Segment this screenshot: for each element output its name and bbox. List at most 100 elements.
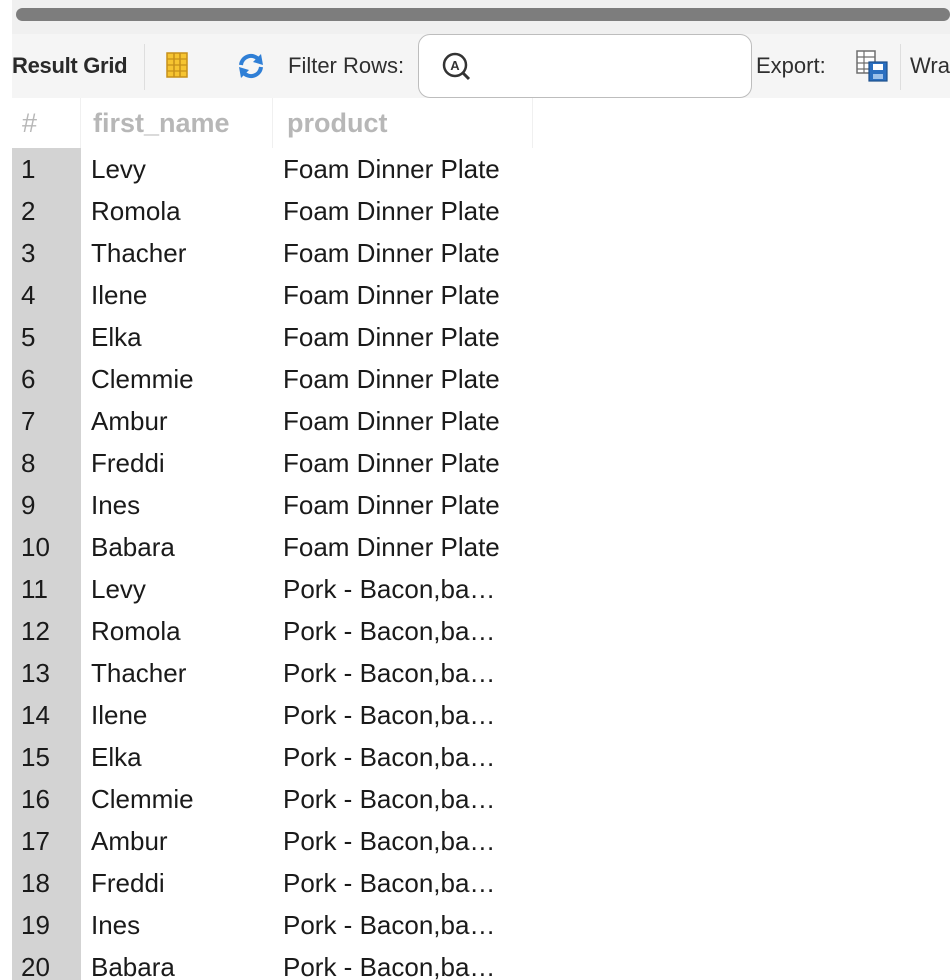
table-row[interactable]: 5 Elka Foam Dinner Plate bbox=[12, 316, 950, 358]
export-icon[interactable] bbox=[854, 48, 890, 84]
row-number-cell[interactable]: 7 bbox=[12, 400, 81, 442]
row-number-cell[interactable]: 14 bbox=[12, 694, 81, 736]
table-row[interactable]: 18 Freddi Pork - Bacon,ba… bbox=[12, 862, 950, 904]
product-cell[interactable]: Foam Dinner Plate bbox=[273, 484, 533, 526]
product-cell[interactable]: Foam Dinner Plate bbox=[273, 148, 533, 190]
product-cell[interactable]: Foam Dinner Plate bbox=[273, 316, 533, 358]
first-name-cell[interactable]: Ines bbox=[81, 904, 273, 946]
row-number-cell[interactable]: 17 bbox=[12, 820, 81, 862]
table-row[interactable]: 16 Clemmie Pork - Bacon,ba… bbox=[12, 778, 950, 820]
table-row[interactable]: 11 Levy Pork - Bacon,ba… bbox=[12, 568, 950, 610]
row-number-cell[interactable]: 1 bbox=[12, 148, 81, 190]
filter-rows-label: Filter Rows: bbox=[288, 53, 405, 78]
first-name-cell[interactable]: Romola bbox=[81, 610, 273, 652]
toolbar-divider bbox=[144, 44, 145, 90]
row-number-cell[interactable]: 15 bbox=[12, 736, 81, 778]
first-name-cell[interactable]: Freddi bbox=[81, 862, 273, 904]
product-cell[interactable]: Pork - Bacon,ba… bbox=[273, 820, 533, 862]
row-number-cell[interactable]: 4 bbox=[12, 274, 81, 316]
first-name-cell[interactable]: Thacher bbox=[81, 232, 273, 274]
row-number-cell[interactable]: 10 bbox=[12, 526, 81, 568]
product-cell[interactable]: Pork - Bacon,ba… bbox=[273, 946, 533, 980]
first-name-cell[interactable]: Elka bbox=[81, 736, 273, 778]
first-name-cell[interactable]: Freddi bbox=[81, 442, 273, 484]
product-cell[interactable]: Pork - Bacon,ba… bbox=[273, 568, 533, 610]
column-header-product[interactable]: product bbox=[273, 98, 533, 148]
row-number-cell[interactable]: 18 bbox=[12, 862, 81, 904]
table-row[interactable]: 9 Ines Foam Dinner Plate bbox=[12, 484, 950, 526]
product-cell[interactable]: Pork - Bacon,ba… bbox=[273, 904, 533, 946]
product-cell[interactable]: Foam Dinner Plate bbox=[273, 526, 533, 568]
first-name-cell[interactable]: Clemmie bbox=[81, 358, 273, 400]
row-number-cell[interactable]: 13 bbox=[12, 652, 81, 694]
product-cell[interactable]: Foam Dinner Plate bbox=[273, 190, 533, 232]
first-name-cell[interactable]: Romola bbox=[81, 190, 273, 232]
wrap-cell-content-label[interactable]: Wra bbox=[910, 52, 950, 80]
product-cell[interactable]: Pork - Bacon,ba… bbox=[273, 862, 533, 904]
row-number-cell[interactable]: 20 bbox=[12, 946, 81, 980]
product-cell[interactable]: Foam Dinner Plate bbox=[273, 232, 533, 274]
first-name-cell[interactable]: Ilene bbox=[81, 274, 273, 316]
product-cell[interactable]: Foam Dinner Plate bbox=[273, 442, 533, 484]
table-row[interactable]: 2 Romola Foam Dinner Plate bbox=[12, 190, 950, 232]
table-row[interactable]: 4 Ilene Foam Dinner Plate bbox=[12, 274, 950, 316]
first-name-cell[interactable]: Babara bbox=[81, 946, 273, 980]
table-row[interactable]: 10 Babara Foam Dinner Plate bbox=[12, 526, 950, 568]
table-row[interactable]: 7 Ambur Foam Dinner Plate bbox=[12, 400, 950, 442]
row-number-cell[interactable]: 16 bbox=[12, 778, 81, 820]
product-cell[interactable]: Foam Dinner Plate bbox=[273, 274, 533, 316]
first-name-cell[interactable]: Levy bbox=[81, 148, 273, 190]
column-header-first-name[interactable]: first_name bbox=[81, 98, 273, 148]
first-name-cell[interactable]: Ambur bbox=[81, 400, 273, 442]
filter-rows-input[interactable] bbox=[481, 47, 745, 87]
row-number-cell[interactable]: 12 bbox=[12, 610, 81, 652]
product-cell[interactable]: Foam Dinner Plate bbox=[273, 358, 533, 400]
result-grid-label: Result Grid bbox=[12, 53, 128, 78]
first-name-cell[interactable]: Ilene bbox=[81, 694, 273, 736]
table-row[interactable]: 6 Clemmie Foam Dinner Plate bbox=[12, 358, 950, 400]
row-number-cell[interactable]: 19 bbox=[12, 904, 81, 946]
first-name-cell[interactable]: Ambur bbox=[81, 820, 273, 862]
grid-layout-icon[interactable] bbox=[163, 50, 193, 80]
horizontal-scrollbar[interactable] bbox=[12, 0, 950, 34]
row-number-cell[interactable]: 11 bbox=[12, 568, 81, 610]
product-cell[interactable]: Pork - Bacon,ba… bbox=[273, 694, 533, 736]
result-grid-toolbar: Result Grid Filter Rows: A Export: Wra bbox=[12, 34, 950, 99]
row-number-cell[interactable]: 6 bbox=[12, 358, 81, 400]
table-row[interactable]: 8 Freddi Foam Dinner Plate bbox=[12, 442, 950, 484]
result-grid: # first_name product 1 Levy Foam Dinner Pl… bbox=[12, 98, 950, 980]
product-cell[interactable]: Foam Dinner Plate bbox=[273, 400, 533, 442]
table-row[interactable]: 13 Thacher Pork - Bacon,ba… bbox=[12, 652, 950, 694]
row-number-cell[interactable]: 3 bbox=[12, 232, 81, 274]
grid-header-row: # first_name product bbox=[12, 98, 950, 148]
product-cell[interactable]: Pork - Bacon,ba… bbox=[273, 736, 533, 778]
row-number-cell[interactable]: 2 bbox=[12, 190, 81, 232]
first-name-cell[interactable]: Thacher bbox=[81, 652, 273, 694]
column-header-row-number[interactable]: # bbox=[12, 98, 81, 148]
first-name-cell[interactable]: Ines bbox=[81, 484, 273, 526]
table-row[interactable]: 14 Ilene Pork - Bacon,ba… bbox=[12, 694, 950, 736]
first-name-cell[interactable]: Elka bbox=[81, 316, 273, 358]
table-row[interactable]: 3 Thacher Foam Dinner Plate bbox=[12, 232, 950, 274]
refresh-icon[interactable] bbox=[234, 50, 268, 82]
product-cell[interactable]: Pork - Bacon,ba… bbox=[273, 778, 533, 820]
row-number-cell[interactable]: 9 bbox=[12, 484, 81, 526]
table-row[interactable]: 15 Elka Pork - Bacon,ba… bbox=[12, 736, 950, 778]
export-label: Export: bbox=[756, 53, 826, 78]
svg-text:A: A bbox=[450, 58, 460, 73]
table-row[interactable]: 20 Babara Pork - Bacon,ba… bbox=[12, 946, 950, 980]
table-row[interactable]: 1 Levy Foam Dinner Plate bbox=[12, 148, 950, 190]
row-number-cell[interactable]: 5 bbox=[12, 316, 81, 358]
scrollbar-thumb[interactable] bbox=[16, 8, 950, 21]
table-row[interactable]: 19 Ines Pork - Bacon,ba… bbox=[12, 904, 950, 946]
table-row[interactable]: 17 Ambur Pork - Bacon,ba… bbox=[12, 820, 950, 862]
product-cell[interactable]: Pork - Bacon,ba… bbox=[273, 652, 533, 694]
filter-rows-field[interactable]: A bbox=[418, 34, 752, 98]
search-icon: A bbox=[441, 51, 471, 81]
row-number-cell[interactable]: 8 bbox=[12, 442, 81, 484]
product-cell[interactable]: Pork - Bacon,ba… bbox=[273, 610, 533, 652]
first-name-cell[interactable]: Clemmie bbox=[81, 778, 273, 820]
table-row[interactable]: 12 Romola Pork - Bacon,ba… bbox=[12, 610, 950, 652]
first-name-cell[interactable]: Babara bbox=[81, 526, 273, 568]
first-name-cell[interactable]: Levy bbox=[81, 568, 273, 610]
